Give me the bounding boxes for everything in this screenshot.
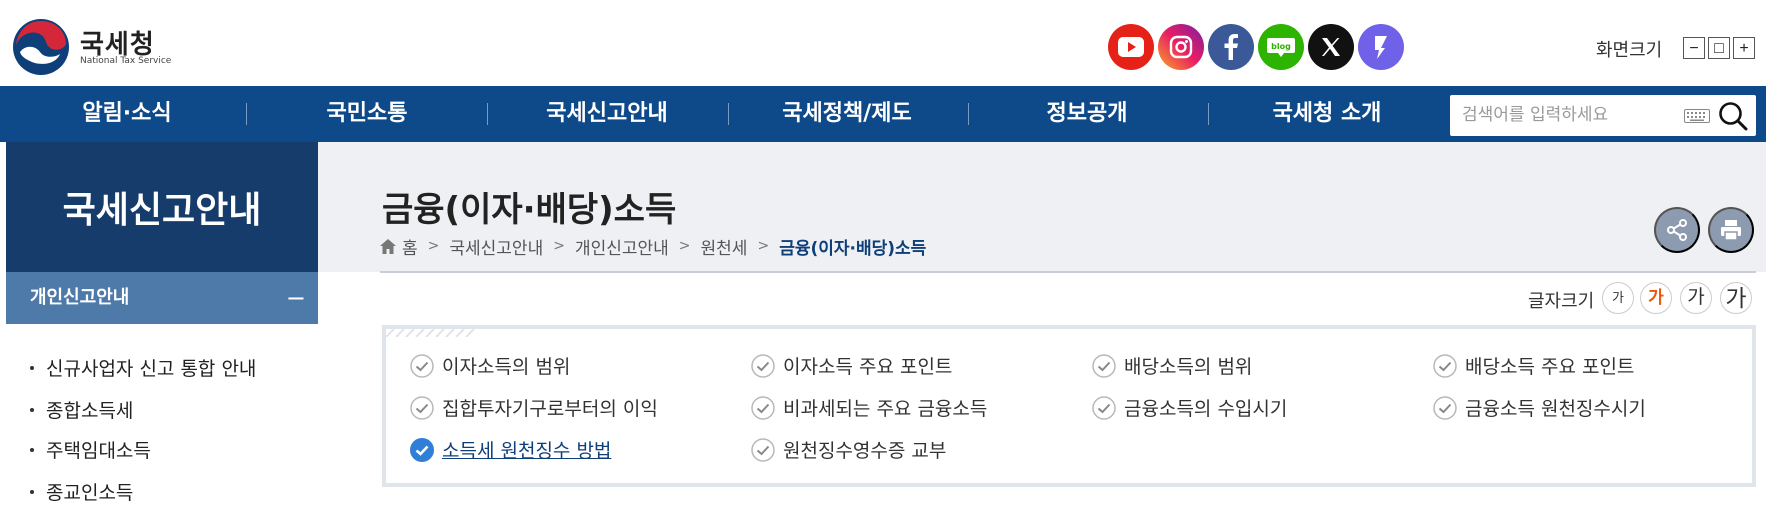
check-circle-icon [1433, 353, 1457, 378]
sidebar-item-global-income[interactable]: 종합소득세 [30, 396, 133, 423]
breadcrumb-current: 금융(이자·배당)소득 [779, 238, 927, 259]
search-box [1450, 95, 1756, 136]
virtual-keyboard-icon[interactable] [1684, 109, 1710, 123]
zoom-out-button[interactable]: − [1683, 37, 1705, 59]
sidebar-item-label: 종합소득세 [46, 400, 134, 422]
breadcrumb-tax-filing[interactable]: 국세신고안내 [449, 234, 543, 259]
chevron-right-icon: > [757, 238, 770, 254]
nav-item-news[interactable]: 알림·소식 [7, 86, 247, 142]
zoom-in-button[interactable]: + [1733, 37, 1755, 59]
search-input[interactable] [1462, 103, 1662, 127]
bullet-icon [30, 365, 34, 370]
tab-label: 원천징수영수증 교부 [783, 440, 947, 462]
sidebar-section-personal[interactable]: 개인신고안내 − [6, 272, 318, 324]
nav-item-tax-filing[interactable]: 국세신고안내 [487, 86, 727, 142]
share-icon [1667, 219, 1687, 241]
svg-text:blog: blog [1271, 42, 1291, 51]
page-title: 금융(이자·배당)소득 [382, 190, 677, 230]
tab-label: 집합투자기구로부터의 이익 [442, 398, 658, 420]
zoom-reset-button[interactable]: □ [1708, 37, 1730, 59]
check-circle-icon [1092, 395, 1116, 420]
chevron-right-icon: > [678, 238, 691, 254]
font-size-xlarge-button[interactable]: 가 [1720, 282, 1752, 314]
collapse-icon[interactable]: − [286, 272, 306, 324]
instagram-icon[interactable] [1158, 24, 1204, 70]
nts-logo-icon[interactable] [12, 18, 70, 76]
check-circle-icon [410, 353, 434, 378]
print-icon [1721, 220, 1741, 241]
facebook-icon[interactable] [1208, 24, 1254, 70]
tab-withholding-timing[interactable]: 금융소득 원천징수시기 [1433, 394, 1646, 421]
tab-label-active: 소득세 원천징수 방법 [442, 440, 612, 462]
tab-label: 금융소득의 수입시기 [1124, 398, 1288, 420]
font-size-default-button[interactable]: 가 [1640, 282, 1672, 314]
title-divider [380, 271, 1756, 273]
sidebar-section-label: 개인신고안내 [30, 287, 130, 308]
main-nav: 알림·소식 국민소통 국세신고안내 국세정책/제도 정보공개 국세청 소개 [0, 86, 1766, 142]
tab-withholding-method[interactable]: 소득세 원천징수 방법 [410, 436, 611, 463]
check-circle-icon [751, 395, 775, 420]
check-circle-icon [751, 353, 775, 378]
tab-tax-exempt-financial-income[interactable]: 비과세되는 주요 금융소득 [751, 394, 987, 421]
check-circle-icon [751, 437, 775, 462]
blog-icon[interactable]: blog [1258, 24, 1304, 70]
check-circle-icon [1092, 353, 1116, 378]
x-icon[interactable] [1308, 24, 1354, 70]
sidebar-item-religious-income[interactable]: 종교인소득 [30, 478, 133, 505]
home-icon[interactable] [380, 238, 396, 254]
tab-financial-income-timing[interactable]: 금융소득의 수입시기 [1092, 394, 1287, 421]
sidebar-item-rental-income[interactable]: 주택임대소득 [30, 436, 151, 463]
tab-interest-income-scope[interactable]: 이자소득의 범위 [410, 352, 570, 379]
corner-hatch-decoration [386, 329, 475, 337]
nav-item-communication[interactable]: 국민소통 [247, 86, 487, 142]
logo-subtitle: National Tax Service [80, 56, 172, 66]
nav-item-tax-policy[interactable]: 국세정책/제도 [727, 86, 967, 142]
tab-label: 배당소득의 범위 [1124, 356, 1253, 378]
share-button[interactable] [1654, 207, 1700, 253]
bullet-icon [30, 489, 34, 494]
sidebar-item-label: 주택임대소득 [46, 440, 151, 462]
tab-dividend-income-points[interactable]: 배당소득 주요 포인트 [1433, 352, 1634, 379]
check-circle-icon [410, 395, 434, 420]
font-size-label: 글자크기 [1528, 291, 1595, 312]
tab-collective-investment-profit[interactable]: 집합투자기구로부터의 이익 [410, 394, 658, 421]
font-size-small-button[interactable]: 가 [1602, 282, 1634, 314]
tab-label: 배당소득 주요 포인트 [1465, 356, 1635, 378]
font-size-large-button[interactable]: 가 [1680, 282, 1712, 314]
print-button[interactable] [1708, 207, 1754, 253]
tab-label: 금융소득 원천징수시기 [1465, 398, 1646, 420]
tab-label: 비과세되는 주요 금융소득 [783, 398, 988, 420]
nav-item-about[interactable]: 국세청 소개 [1207, 86, 1447, 142]
tab-label: 이자소득 주요 포인트 [783, 356, 953, 378]
nav-item-disclosure[interactable]: 정보공개 [967, 86, 1207, 142]
breadcrumb-personal-filing[interactable]: 개인신고안내 [575, 234, 669, 259]
sidebar-item-label: 종교인소득 [46, 482, 134, 504]
breadcrumb-withholding-tax[interactable]: 원천세 [701, 234, 748, 259]
chevron-right-icon: > [427, 238, 440, 254]
tab-label: 이자소득의 범위 [442, 356, 571, 378]
sidebar-item-new-business[interactable]: 신규사업자 신고 통합 안내 [30, 354, 256, 381]
kakao-story-icon[interactable] [1358, 24, 1404, 70]
tab-dividend-income-scope[interactable]: 배당소득의 범위 [1092, 352, 1252, 379]
bullet-icon [30, 407, 34, 412]
youtube-icon[interactable] [1108, 24, 1154, 70]
breadcrumb-home[interactable]: 홈 [402, 234, 418, 259]
sidebar-item-label: 신규사업자 신고 통합 안내 [46, 358, 257, 380]
check-circle-filled-icon [410, 437, 434, 462]
tab-interest-income-points[interactable]: 이자소득 주요 포인트 [751, 352, 952, 379]
screen-size-label: 화면크기 [1596, 40, 1663, 61]
sidebar-title: 국세신고안내 [6, 142, 318, 272]
check-circle-icon [1433, 395, 1457, 420]
chevron-right-icon: > [553, 238, 565, 254]
tab-withholding-receipt[interactable]: 원천징수영수증 교부 [751, 436, 946, 463]
search-icon[interactable] [1718, 101, 1748, 131]
sidebar-list: 신규사업자 신고 통합 안내 종합소득세 주택임대소득 종교인소득 [6, 324, 318, 504]
bullet-icon [30, 447, 34, 452]
top-header: 국세청 National Tax Service blog 화면크기 − □ + [0, 0, 1766, 86]
breadcrumb: 홈 > 국세신고안내 > 개인신고안내 > 원천세 > 금융(이자·배당)소득 [380, 234, 927, 259]
